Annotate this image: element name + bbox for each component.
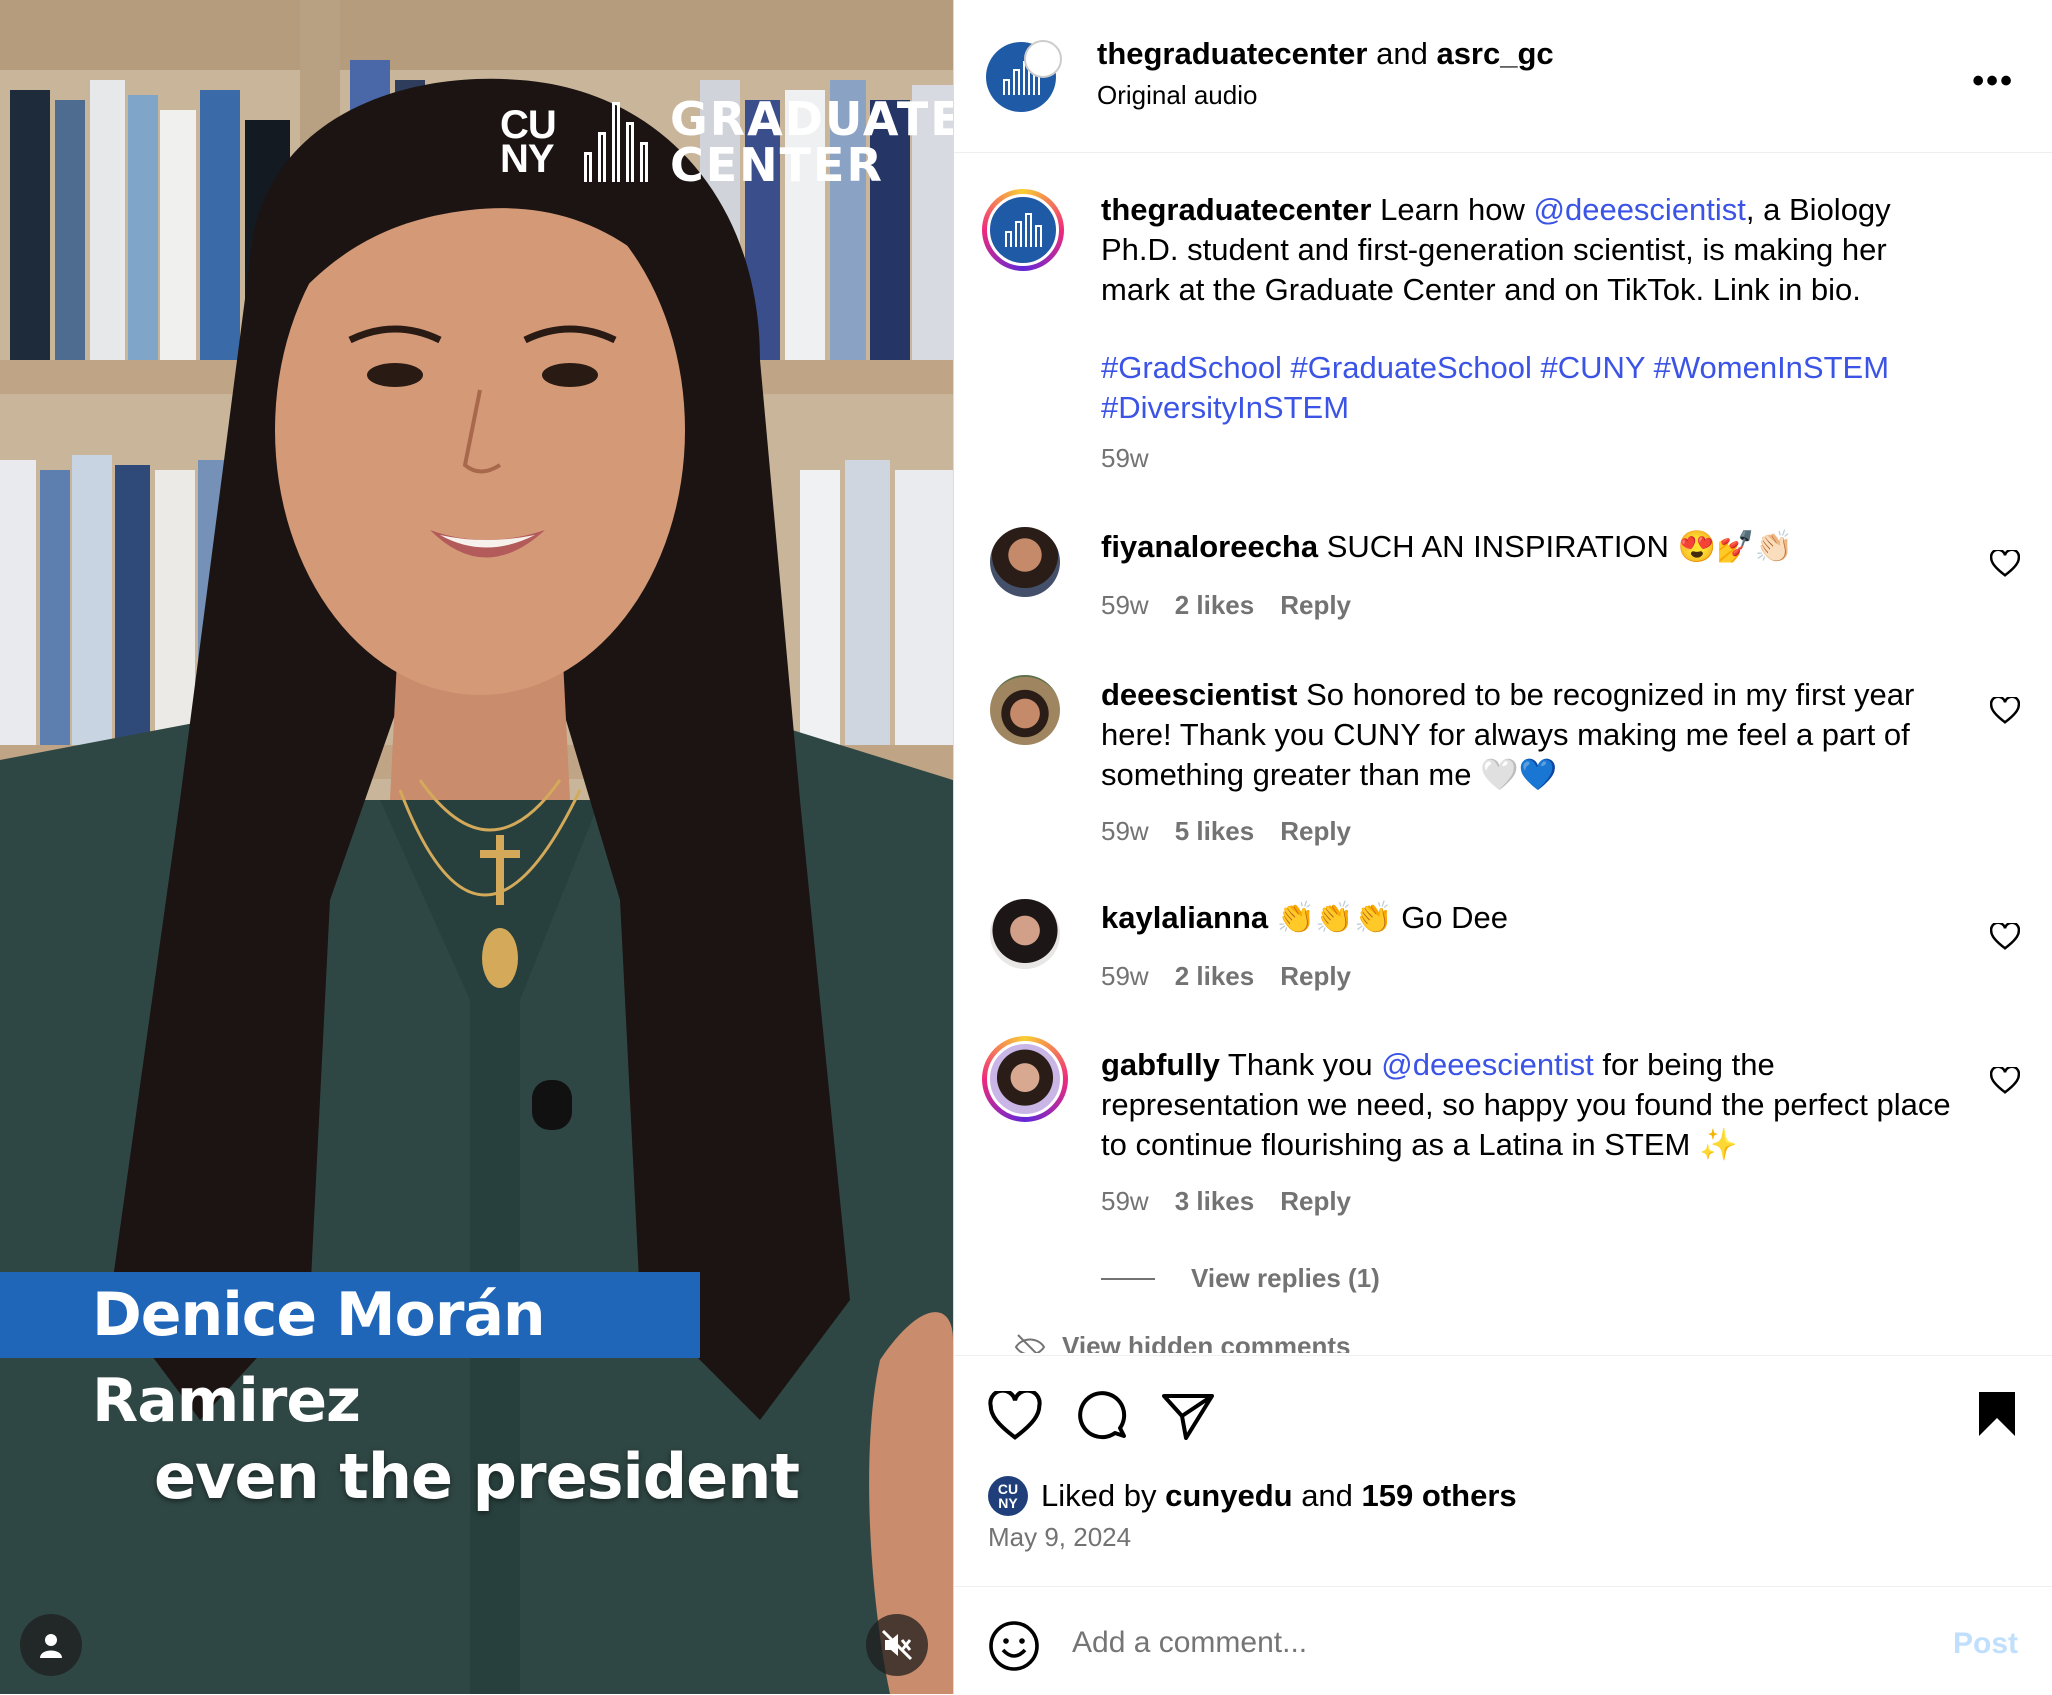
caption-mention[interactable]: @deeescientist <box>1534 192 1746 227</box>
tagged-user-button[interactable] <box>20 1614 82 1676</box>
caption-time: 59w <box>1101 443 1149 473</box>
post-comment-button[interactable]: Post <box>1953 1627 2018 1661</box>
comment-meta: 59w 2 likes Reply <box>1101 961 1351 992</box>
view-hidden-comments-button[interactable]: View hidden comments <box>1014 1331 1350 1353</box>
replies-divider-line <box>1101 1277 1155 1280</box>
add-comment-bar: Post <box>954 1586 2052 1695</box>
video-player[interactable]: CU NY GRADUATE CENTER Denice Morán Ramir… <box>0 0 953 1694</box>
comment-time: 59w <box>1101 961 1149 991</box>
comment-time: 59w <box>1101 1186 1149 1216</box>
liker-avatar[interactable]: CU NY <box>988 1476 1028 1516</box>
comment-likes[interactable]: 3 likes <box>1175 1186 1255 1216</box>
liked-by-prefix: Liked by <box>1041 1478 1157 1513</box>
user-icon <box>40 1634 62 1658</box>
post-panel: thegraduatecenter and asrc_gc Original a… <box>953 0 2052 1694</box>
comment-username[interactable]: fiyanaloreecha <box>1101 529 1318 564</box>
likes-summary: Liked by cunyedu and 159 others <box>1041 1476 1517 1516</box>
caption-avatar <box>987 194 1059 266</box>
caption-hashtags: #GradSchool #GraduateSchool #CUNY #Women… <box>1101 348 1941 428</box>
comment-text-1: Thank you <box>1227 1047 1373 1082</box>
comment-reply-button[interactable]: Reply <box>1280 816 1351 846</box>
comment-likes[interactable]: 5 likes <box>1175 816 1255 846</box>
comment-reply-button[interactable]: Reply <box>1280 961 1351 991</box>
liker-username[interactable]: cunyedu <box>1165 1478 1292 1513</box>
comment-username[interactable]: deeescientist <box>1101 677 1297 712</box>
comment-time: 59w <box>1101 816 1149 846</box>
likes-others-link[interactable]: 159 others <box>1362 1478 1517 1513</box>
comment-body: kaylalianna 👏👏👏 Go Dee <box>1101 898 1921 938</box>
comment-avatar[interactable] <box>990 527 1060 597</box>
view-replies-label: View replies (1) <box>1191 1263 1380 1293</box>
comment-username[interactable]: kaylalianna <box>1101 900 1268 935</box>
comment-text: 👏👏👏 Go Dee <box>1276 900 1509 935</box>
comment-likes[interactable]: 2 likes <box>1175 590 1255 620</box>
mute-button[interactable] <box>866 1614 928 1676</box>
cuny-graduate-center-logo: CU NY GRADUATE CENTER <box>500 92 953 192</box>
comment-text: SUCH AN INSPIRATION 😍💅👏🏻 <box>1326 529 1794 564</box>
post-header: thegraduatecenter and asrc_gc Original a… <box>954 0 2052 153</box>
comment-like-heart-icon[interactable] <box>1990 923 2020 951</box>
graduate-center-logo-text: GRADUATE CENTER <box>670 92 953 192</box>
comment-username[interactable]: gabfully <box>1101 1047 1220 1082</box>
name-lower-third: Denice Morán Ramirez <box>0 1272 700 1436</box>
comment-like-heart-icon[interactable] <box>1990 550 2020 578</box>
comment-reply-button[interactable]: Reply <box>1280 590 1351 620</box>
share-paper-plane-icon[interactable] <box>1162 1392 1214 1440</box>
comment-avatar[interactable] <box>990 675 1060 745</box>
hashtags-line-1[interactable]: #GradSchool #GraduateSchool #CUNY #Women… <box>1101 348 1941 388</box>
author-username[interactable]: thegraduatecenter <box>1097 36 1367 71</box>
comment-bubble-icon[interactable] <box>1076 1390 1128 1442</box>
comment-avatar[interactable] <box>990 899 1060 969</box>
comment-body: gabfully Thank you @deeescientist for be… <box>1101 1045 1951 1165</box>
caption-username[interactable]: thegraduatecenter <box>1101 192 1371 227</box>
comment-body: deeescientist So honored to be recognize… <box>1101 675 1951 795</box>
author-line: thegraduatecenter and asrc_gc <box>1097 36 1554 72</box>
collaborator-username[interactable]: asrc_gc <box>1436 36 1553 71</box>
muted-speaker-icon <box>881 1629 913 1661</box>
cuny-logo-text: CU NY <box>500 103 557 181</box>
like-heart-icon[interactable] <box>988 1391 1042 1441</box>
comment-body: fiyanaloreecha SUCH AN INSPIRATION 😍💅👏🏻 <box>1101 527 1921 567</box>
more-options-icon[interactable]: ••• <box>1972 62 2014 101</box>
author-joiner: and <box>1376 36 1428 71</box>
comment-likes[interactable]: 2 likes <box>1175 961 1255 991</box>
post-caption: thegraduatecenter Learn how @deeescienti… <box>1101 190 1941 310</box>
hashtags-line-2[interactable]: #DiversityInSTEM <box>1101 388 1941 428</box>
comments-scroll[interactable]: thegraduatecenter Learn how @deeescienti… <box>954 153 2052 1353</box>
hidden-comments-label: View hidden comments <box>1062 1331 1351 1353</box>
caption-avatar-ring[interactable] <box>982 189 1064 271</box>
comment-avatar <box>987 1041 1063 1117</box>
comment-mention[interactable]: @deeescientist <box>1381 1047 1593 1082</box>
emoji-smiley-icon[interactable] <box>988 1620 1040 1672</box>
caption-text-1: Learn how <box>1380 192 1525 227</box>
view-replies-button[interactable]: View replies (1) <box>1101 1263 1380 1294</box>
comment-like-heart-icon[interactable] <box>1990 1067 2020 1095</box>
comment-reply-button[interactable]: Reply <box>1280 1186 1351 1216</box>
comment-avatar-story-ring[interactable] <box>982 1036 1068 1122</box>
add-comment-input[interactable] <box>1070 1617 1854 1669</box>
post-date: May 9, 2024 <box>988 1522 1132 1552</box>
comment-meta: 59w 2 likes Reply <box>1101 590 1351 621</box>
comment-meta: 59w 3 likes Reply <box>1101 1186 1351 1217</box>
original-audio-link[interactable]: Original audio <box>1097 80 1257 111</box>
comment-like-heart-icon[interactable] <box>1990 697 2020 725</box>
collaborator-avatar[interactable] <box>1024 40 1062 78</box>
liked-by-joiner: and <box>1301 1478 1353 1513</box>
building-bars-icon <box>584 102 648 182</box>
video-caption: even the president <box>153 1440 800 1513</box>
comment-meta: 59w 5 likes Reply <box>1101 816 1351 847</box>
comment-time: 59w <box>1101 590 1149 620</box>
saved-bookmark-icon[interactable] <box>1976 1390 2018 1438</box>
eye-slash-icon <box>1014 1333 1046 1353</box>
